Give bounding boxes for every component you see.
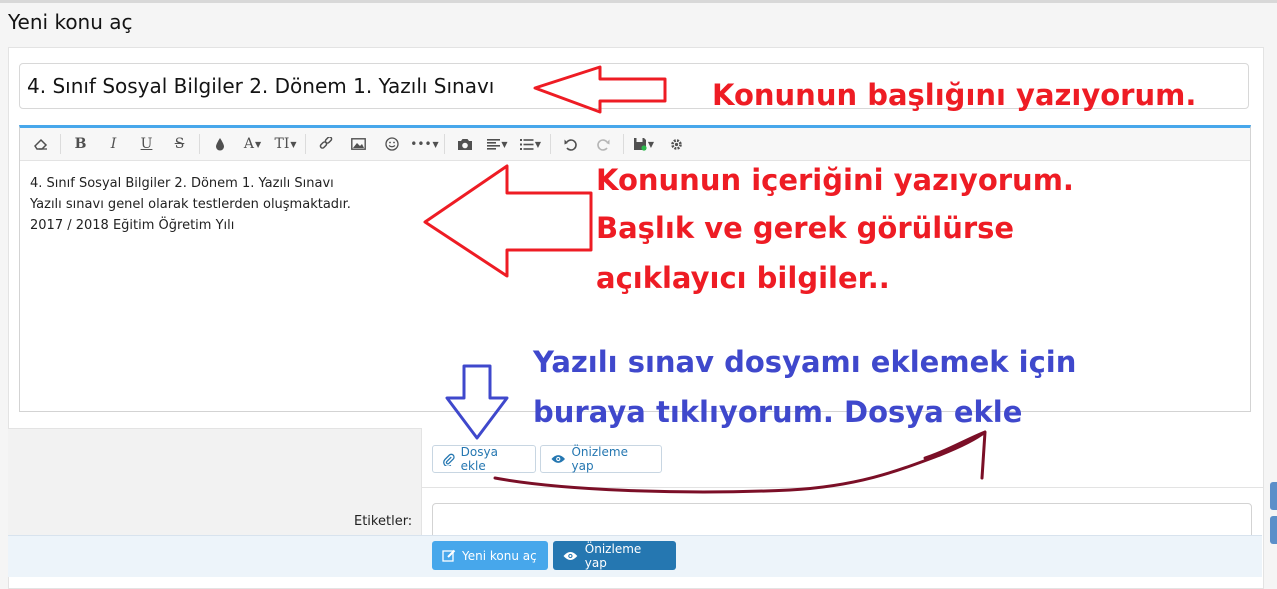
upload-annotation-line: Yazılı sınav dosyamı eklemek için bbox=[533, 345, 1077, 379]
down-arrow-icon bbox=[445, 364, 509, 440]
upload-annotation-line: buraya tıklıyorum. Dosya ekle bbox=[533, 395, 1023, 429]
content-arrow-icon bbox=[423, 164, 593, 278]
curve-arrow-icon bbox=[493, 430, 987, 494]
content-annotation-line: Başlık ve gerek görülürse bbox=[596, 211, 1015, 245]
title-annotation: Konunun başlığını yazıyorum. bbox=[712, 78, 1197, 112]
content-annotation-line: Konunun içeriğini yazıyorum. bbox=[596, 163, 1074, 197]
title-arrow-icon bbox=[533, 65, 667, 114]
content-annotation-line: açıklayıcı bilgiler.. bbox=[596, 261, 890, 295]
